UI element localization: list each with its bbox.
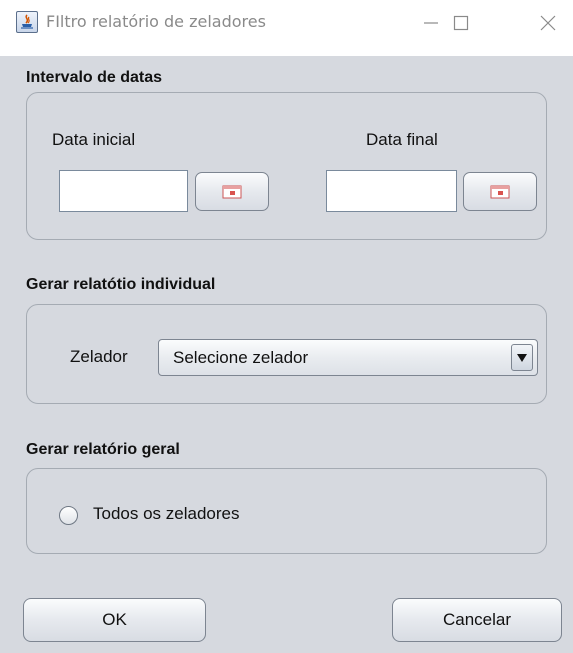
title-bar: FIltro relatório de zeladores [0,0,573,46]
window-title: FIltro relatório de zeladores [46,12,266,31]
zelador-select-value: Selecione zelador [173,348,309,367]
end-date-calendar-button[interactable] [463,172,537,211]
dropdown-arrow-icon[interactable] [511,344,533,371]
general-report-section-title: Gerar relatório geral [26,441,180,458]
close-icon[interactable] [523,0,573,46]
all-zeladores-radio[interactable] [59,506,78,525]
start-date-label: Data inicial [52,130,136,149]
zelador-select[interactable]: Selecione zelador [158,339,538,376]
ok-button[interactable]: OK [23,598,206,642]
individual-report-section-title: Gerar relatótio individual [26,276,216,293]
end-date-label: Data final [366,130,438,149]
java-icon [16,11,38,33]
start-date-field[interactable] [59,170,188,212]
end-date-field[interactable] [326,170,457,212]
all-zeladores-label: Todos os zeladores [93,504,240,523]
date-range-section-title: Intervalo de datas [26,69,163,86]
maximize-icon[interactable] [436,0,486,46]
calendar-icon [222,185,242,198]
date-range-group [26,92,547,240]
zelador-label: Zelador [70,347,128,366]
start-date-calendar-button[interactable] [195,172,269,211]
calendar-icon [490,185,510,198]
cancel-button[interactable]: Cancelar [392,598,562,642]
